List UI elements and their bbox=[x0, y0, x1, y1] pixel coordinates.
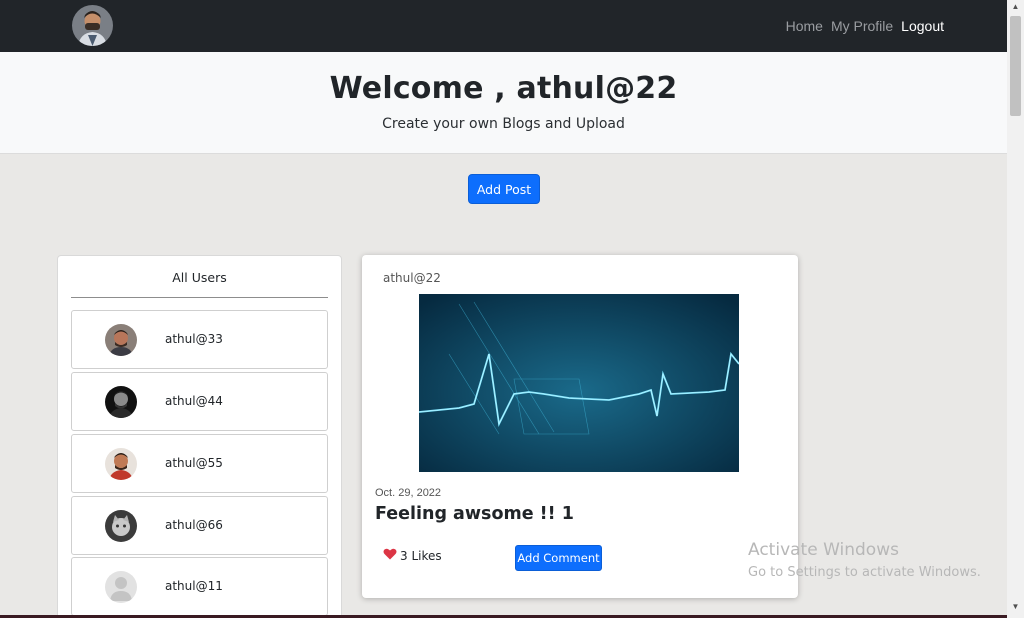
scroll-down-icon[interactable]: ▼ bbox=[1007, 600, 1024, 614]
post-title: Feeling awsome !! 1 bbox=[375, 504, 574, 524]
user-name: athul@33 bbox=[165, 332, 223, 346]
user-name: athul@55 bbox=[165, 456, 223, 470]
add-comment-button[interactable]: Add Comment bbox=[515, 545, 602, 571]
vertical-scrollbar[interactable]: ▲ ▼ bbox=[1007, 0, 1024, 618]
nav-home-link[interactable]: Home bbox=[786, 18, 823, 34]
nav-logout-link[interactable]: Logout bbox=[901, 18, 944, 34]
heart-icon bbox=[383, 548, 397, 563]
post-date: Oct. 29, 2022 bbox=[375, 487, 442, 499]
user-avatar-icon bbox=[105, 448, 137, 480]
user-item[interactable]: athul@44 bbox=[71, 372, 328, 431]
user-avatar-icon bbox=[105, 510, 137, 542]
navbar-avatar-icon[interactable] bbox=[72, 5, 113, 46]
divider bbox=[71, 297, 328, 298]
user-avatar-icon bbox=[105, 386, 137, 418]
navbar: Home My Profile Logout bbox=[0, 0, 1007, 52]
user-name: athul@66 bbox=[165, 518, 223, 532]
welcome-banner: Welcome , athul@22 Create your own Blogs… bbox=[0, 52, 1007, 154]
all-users-title: All Users bbox=[172, 270, 227, 285]
page-subtitle: Create your own Blogs and Upload bbox=[382, 116, 625, 132]
user-item[interactable]: athul@33 bbox=[71, 310, 328, 369]
likes-count: 3 Likes bbox=[400, 548, 442, 563]
user-name: athul@44 bbox=[165, 394, 223, 408]
user-item[interactable]: athul@11 bbox=[71, 557, 328, 616]
add-post-button[interactable]: Add Post bbox=[468, 174, 540, 204]
post-author: athul@22 bbox=[383, 271, 441, 285]
default-avatar-icon bbox=[105, 571, 137, 603]
like-button[interactable]: 3 Likes bbox=[383, 548, 442, 563]
all-users-card: All Users athul@33 athul@44 athul@55 ath… bbox=[57, 255, 342, 618]
scroll-thumb[interactable] bbox=[1010, 16, 1021, 116]
heartbeat-image bbox=[419, 294, 739, 472]
user-item[interactable]: athul@55 bbox=[71, 434, 328, 493]
user-item[interactable]: athul@66 bbox=[71, 496, 328, 555]
nav-profile-link[interactable]: My Profile bbox=[831, 18, 893, 34]
scroll-up-icon[interactable]: ▲ bbox=[1007, 0, 1024, 14]
post-card: athul@22 Oct. 29, 2022 Feeling awsome !!… bbox=[362, 255, 798, 598]
nav-links: Home My Profile Logout bbox=[786, 18, 944, 34]
user-avatar-icon bbox=[105, 324, 137, 356]
page-title: Welcome , athul@22 bbox=[329, 71, 678, 106]
user-name: athul@11 bbox=[165, 579, 223, 593]
